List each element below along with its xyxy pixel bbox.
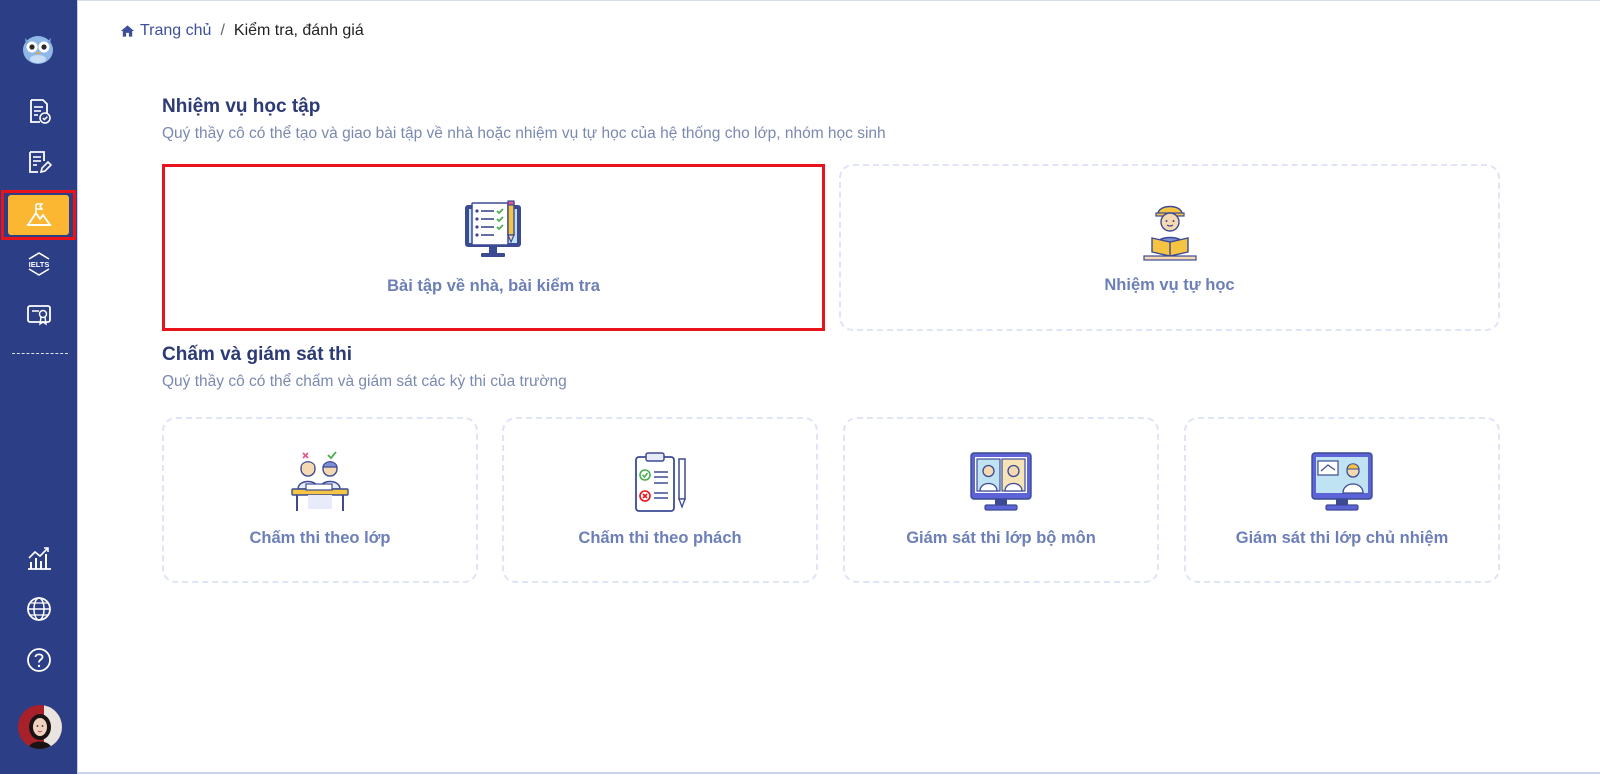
sidebar-item-certificates[interactable] <box>0 292 78 338</box>
checklist-monitor-icon <box>464 200 521 257</box>
top-border <box>78 0 1600 1</box>
breadcrumb-separator: / <box>220 22 225 39</box>
sidebar-divider <box>12 353 68 354</box>
sidebar-item-active-bg <box>8 195 69 235</box>
sidebar: IELTS <box>0 0 78 774</box>
self-study-card[interactable]: Nhiệm vụ tự học <box>839 164 1500 331</box>
grade-by-code-card[interactable]: Chấm thi theo phách <box>502 417 818 583</box>
homework-test-card[interactable]: Bài tập về nhà, bài kiểm tra <box>162 164 825 331</box>
breadcrumb: Trang chủ / Kiểm tra, đánh giá <box>120 22 364 40</box>
proctor-homeroom-class-card[interactable]: Giám sát thi lớp chủ nhiệm <box>1184 417 1500 583</box>
ielts-icon: IELTS <box>28 252 50 276</box>
breadcrumb-home[interactable]: Trang chủ <box>120 22 211 40</box>
document-check-icon <box>30 99 51 124</box>
sidebar-item-help[interactable] <box>0 637 78 683</box>
sidebar-item-exam-list[interactable] <box>0 88 78 134</box>
document-edit-icon <box>29 151 53 174</box>
grading-section-description: Quý thầy cô có thể chấm và giám sát các … <box>162 373 567 390</box>
monitor-homeroom-icon <box>1311 452 1373 511</box>
students-desk-icon <box>291 451 349 511</box>
sidebar-item-statistics[interactable] <box>0 535 78 581</box>
breadcrumb-current: Kiểm tra, đánh giá <box>233 22 364 39</box>
chart-icon <box>28 547 51 570</box>
avatar[interactable] <box>18 705 62 749</box>
monitor-proctor-icon <box>970 452 1032 511</box>
help-icon <box>27 648 51 672</box>
sidebar-item-language[interactable] <box>0 586 78 632</box>
globe-icon <box>27 597 51 621</box>
clipboard-checklist-icon <box>635 452 686 512</box>
self-study-card-label: Nhiệm vụ tự học <box>1104 276 1235 294</box>
ielts-icon-text: IELTS <box>29 260 50 269</box>
breadcrumb-home-label: Trang chủ <box>140 22 212 39</box>
sidebar-item-assignments[interactable] <box>0 139 78 185</box>
sidebar-item-ielts[interactable]: IELTS <box>0 241 78 287</box>
home-icon <box>120 25 135 37</box>
grade-by-code-card-label: Chấm thi theo phách <box>578 529 742 547</box>
grading-section-title: Chấm và giám sát thi <box>162 344 353 365</box>
proctor-subject-class-card[interactable]: Giám sát thi lớp bộ môn <box>843 417 1159 583</box>
tasks-section-description: Quý thầy cô có thể tạo và giao bài tập v… <box>162 125 886 142</box>
tasks-section-title: Nhiệm vụ học tập <box>162 96 321 117</box>
sidebar-item-assessment[interactable] <box>1 190 76 240</box>
homework-test-card-label: Bài tập về nhà, bài kiểm tra <box>387 277 600 295</box>
student-reading-icon <box>1142 205 1197 261</box>
proctor-subject-class-card-label: Giám sát thi lớp bộ môn <box>906 529 1096 547</box>
mountain-flag-icon <box>25 203 52 226</box>
grade-by-class-card-label: Chấm thi theo lớp <box>249 529 391 547</box>
owl-logo-icon[interactable] <box>20 30 56 66</box>
certificate-icon <box>27 305 51 326</box>
grade-by-class-card[interactable]: Chấm thi theo lớp <box>162 417 478 583</box>
app-root: IELTS Trang chủ / Kiểm tra, đánh giá Nhi… <box>0 0 1600 774</box>
proctor-homeroom-class-card-label: Giám sát thi lớp chủ nhiệm <box>1235 529 1449 547</box>
